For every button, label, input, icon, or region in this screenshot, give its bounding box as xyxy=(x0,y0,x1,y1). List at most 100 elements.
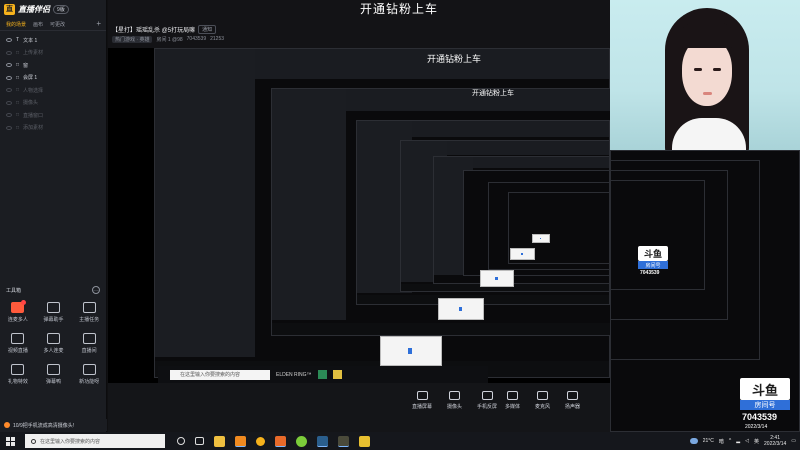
tool-label: 弹幕助手 xyxy=(43,317,64,323)
layer-type-icon: □ xyxy=(16,74,20,81)
clock-date: 2022/3/14 xyxy=(764,441,787,447)
weather-icon[interactable] xyxy=(689,438,698,444)
clock[interactable]: 2:41 2022/3/14 xyxy=(764,435,786,447)
notification-bar[interactable]: 10/9把手机流成高清摄像头! xyxy=(0,419,107,431)
layer-item[interactable]: T 文本 1 xyxy=(0,34,106,47)
control-phone[interactable]: 手机反屏 xyxy=(477,391,497,410)
taskbar-search[interactable]: 在这里输入你要搜索的内容 xyxy=(25,434,165,448)
network-icon[interactable]: ▂ xyxy=(736,438,740,444)
eye-icon[interactable] xyxy=(6,100,12,105)
camera-feed: 斗鱼 房间号 7043539 斗鱼 房间号 7043539 2022/3/14 xyxy=(610,0,800,432)
tool-video[interactable]: 视频直播 xyxy=(0,333,36,354)
layer-item[interactable]: □ 人物选择 xyxy=(0,84,106,97)
layer-type-icon: □ xyxy=(16,49,20,56)
task-icon xyxy=(82,302,96,313)
video-icon xyxy=(11,333,25,344)
room-title: 【星打】瑶瑶乱杀 @5打玩局嘛 通知 xyxy=(112,25,217,34)
eye-icon[interactable] xyxy=(6,75,12,80)
control-speaker[interactable]: 扬声器 xyxy=(565,391,580,410)
tab-canvas[interactable]: 画布 xyxy=(33,21,43,28)
eye-icon[interactable] xyxy=(6,50,12,55)
layer-item[interactable]: □ 直播窗口 xyxy=(0,109,106,122)
camera-tunnel: 斗鱼 房间号 7043539 斗鱼 房间号 7043539 2022/3/14 xyxy=(610,150,800,432)
control-label: 摄像头 xyxy=(447,404,463,410)
streamer-bangs xyxy=(678,22,736,48)
version-badge[interactable]: 9版 xyxy=(53,4,69,14)
tool-multi-mic[interactable]: 多人连麦 xyxy=(36,333,72,354)
tool-room[interactable]: 直播间 xyxy=(71,333,107,354)
elden-ring-icon[interactable] xyxy=(338,435,349,447)
nested-sidebar xyxy=(155,49,255,358)
tool-task[interactable]: 主播任务 xyxy=(71,302,107,323)
control-screen[interactable]: 直播屏幕 xyxy=(412,391,432,410)
tab-editable[interactable]: 可更改 xyxy=(50,21,65,28)
douyu-badge: 斗鱼 xyxy=(638,246,668,261)
douyu-app-icon[interactable] xyxy=(275,435,286,447)
nested-title-2: 开通钻粉上车 xyxy=(472,90,514,97)
layer-item[interactable]: □ 上传素材 xyxy=(0,47,106,60)
capture-window xyxy=(532,234,550,243)
control-camera[interactable]: 摄像头 xyxy=(447,391,462,410)
nested-title-1: 开通钻粉上车 xyxy=(427,54,482,64)
tool-label: 多人连麦 xyxy=(43,348,64,354)
douyu-date: 2022/3/14 xyxy=(745,424,768,430)
control-label: 麦克风 xyxy=(535,404,551,410)
add-scene-icon[interactable]: + xyxy=(96,19,101,28)
browser-icon[interactable] xyxy=(256,436,265,446)
control-mic[interactable]: 麦克风 xyxy=(535,391,550,410)
notification-icon[interactable]: ▭ xyxy=(791,438,796,444)
layer-type-icon: □ xyxy=(16,99,20,106)
windows-taskbar: 在这里输入你要搜索的内容 21°C 暗 ^ ▂ ◁ 英 2:41 2022/3/… xyxy=(0,432,800,450)
tool-label: 连麦多人 xyxy=(7,317,28,323)
eye-icon[interactable] xyxy=(6,38,12,43)
speaker-icon xyxy=(567,391,578,400)
temperature[interactable]: 21°C xyxy=(703,438,714,444)
room-tag[interactable]: 通知 xyxy=(198,25,217,34)
mic-icon xyxy=(537,391,548,400)
layer-type-icon: □ xyxy=(16,124,20,131)
nested-app-label: ELDEN RING™ xyxy=(276,371,312,378)
nested-taskbar-main: 在这里输入你要搜索的内容 ELDEN RING™ xyxy=(158,366,488,383)
control-media[interactable]: 多媒体 xyxy=(505,391,520,410)
weather-text[interactable]: 暗 xyxy=(719,438,724,445)
nested-search-box[interactable]: 在这里输入你要搜索的内容 xyxy=(170,369,270,380)
windows-start-icon[interactable] xyxy=(6,436,15,446)
tool-danmaku[interactable]: 弹幕助手 xyxy=(36,302,72,323)
layer-list: T 文本 1 □ 上传素材 □ 窗 □ 会屏 1 □ 人物选择 □ 摄像头 □ 直播窗口 □ 添加素材 xyxy=(0,31,106,137)
room-category[interactable]: 热门游戏 · 英雄 xyxy=(112,36,153,43)
tool-link-mic[interactable]: 连麦多人 xyxy=(0,300,36,323)
media-icon xyxy=(507,391,518,400)
layer-item[interactable]: □ 窗 xyxy=(0,59,106,72)
eye-icon[interactable] xyxy=(6,88,12,93)
camera-icon xyxy=(449,391,460,400)
room-title-text[interactable]: 【星打】瑶瑶乱杀 @5打玩局嘛 xyxy=(112,25,195,34)
file-explorer-icon[interactable] xyxy=(214,435,225,447)
eye-icon[interactable] xyxy=(6,113,12,118)
layer-item[interactable]: □ 会屏 1 xyxy=(0,72,106,85)
volume-icon[interactable]: ◁ xyxy=(745,438,749,444)
task-view-icon[interactable] xyxy=(177,437,185,445)
capture-window xyxy=(380,336,442,366)
toolbox-title: 工具箱 xyxy=(6,287,22,294)
eye-icon[interactable] xyxy=(6,125,12,130)
chevron-up-icon[interactable]: ^ xyxy=(729,438,731,444)
layer-item[interactable]: □ 摄像头 xyxy=(0,97,106,110)
tool-new[interactable]: 新功能呀 xyxy=(71,364,107,385)
streaming-app-icon[interactable] xyxy=(235,435,246,447)
tool-gift[interactable]: 礼物特效 xyxy=(0,364,36,385)
nested-app-icon xyxy=(332,370,342,379)
tool-label: 弹幕鸭 xyxy=(45,379,61,385)
layer-item[interactable]: □ 添加素材 xyxy=(0,122,106,135)
tab-my-scene[interactable]: 我的场景 xyxy=(6,21,26,28)
steam-icon[interactable] xyxy=(317,435,328,447)
more-icon[interactable]: … xyxy=(92,286,100,294)
widgets-icon[interactable] xyxy=(195,437,204,445)
tool-duck[interactable]: 弹幕鸭 xyxy=(36,364,72,385)
room-id: 7043539 xyxy=(186,36,207,42)
taskbar-search-placeholder: 在这里输入你要搜索的内容 xyxy=(40,438,101,445)
eye-icon[interactable] xyxy=(6,63,12,68)
layer-name: 上传素材 xyxy=(23,50,44,57)
tool-app-icon[interactable] xyxy=(359,435,370,447)
ime-indicator[interactable]: 英 xyxy=(754,438,759,445)
game-launcher-icon[interactable] xyxy=(296,435,307,447)
